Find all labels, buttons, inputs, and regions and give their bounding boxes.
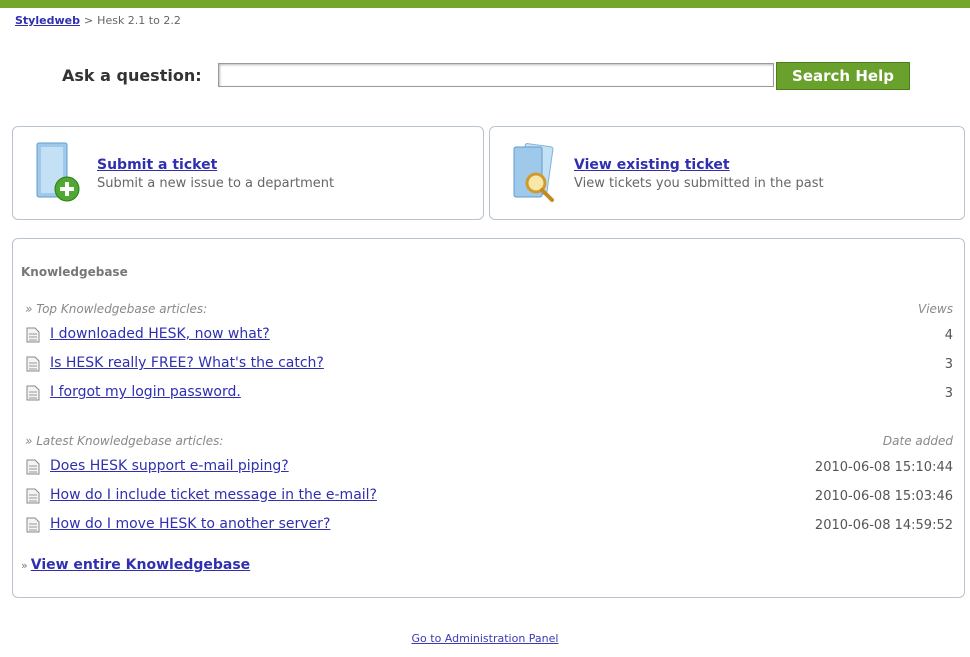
admin-link-row: Go to Administration Panel xyxy=(0,632,970,645)
document-icon xyxy=(26,517,40,533)
list-item: How do I include ticket message in the e… xyxy=(21,487,953,507)
view-all-row: » View entire Knowledgebase xyxy=(21,557,250,573)
breadcrumb-separator: > xyxy=(83,14,94,27)
view-entire-knowledgebase-link[interactable]: View entire Knowledgebase xyxy=(31,557,250,573)
date-added-column-label: Date added xyxy=(882,434,953,448)
view-all-arrow: » xyxy=(21,559,28,572)
top-articles-header: » Top Knowledgebase articles: Views xyxy=(21,300,953,320)
article-link[interactable]: I downloaded HESK, now what? xyxy=(50,326,270,342)
breadcrumb: Styledweb > Hesk 2.1 to 2.2 xyxy=(15,14,181,27)
latest-articles-header: » Latest Knowledgebase articles: Date ad… xyxy=(21,432,953,452)
document-icon xyxy=(26,385,40,401)
article-views: 3 xyxy=(944,386,953,401)
list-item: I downloaded HESK, now what? 4 xyxy=(21,326,953,346)
list-item: I forgot my login password. 3 xyxy=(21,384,953,404)
article-date: 2010-06-08 14:59:52 xyxy=(814,518,953,533)
article-views: 3 xyxy=(944,357,953,372)
article-link[interactable]: How do I include ticket message in the e… xyxy=(50,487,377,503)
list-item: Is HESK really FREE? What's the catch? 3 xyxy=(21,355,953,375)
article-link[interactable]: Is HESK really FREE? What's the catch? xyxy=(50,355,324,371)
views-column-label: Views xyxy=(918,302,953,316)
submit-ticket-description: Submit a new issue to a department xyxy=(97,176,335,191)
article-link[interactable]: How do I move HESK to another server? xyxy=(50,516,330,532)
search-input[interactable] xyxy=(218,63,774,87)
search-label: Ask a question: xyxy=(62,66,202,85)
document-icon xyxy=(26,459,40,475)
view-ticket-link[interactable]: View existing ticket xyxy=(574,157,730,173)
article-date: 2010-06-08 15:10:44 xyxy=(814,460,953,475)
view-ticket-panel[interactable]: View existing ticket View tickets you su… xyxy=(489,126,965,220)
view-ticket-description: View tickets you submitted in the past xyxy=(574,176,824,191)
article-link[interactable]: I forgot my login password. xyxy=(50,384,241,400)
breadcrumb-current: Hesk 2.1 to 2.2 xyxy=(97,14,181,27)
list-item: How do I move HESK to another server? 20… xyxy=(21,516,953,536)
article-link[interactable]: Does HESK support e-mail piping? xyxy=(50,458,289,474)
top-articles-heading: » Top Knowledgebase articles: xyxy=(25,302,208,316)
search-bar: Ask a question: Search Help xyxy=(62,62,912,90)
article-date: 2010-06-08 15:03:46 xyxy=(814,489,953,504)
admin-panel-link[interactable]: Go to Administration Panel xyxy=(412,632,559,645)
article-views: 4 xyxy=(944,328,953,343)
top-bar xyxy=(0,0,970,8)
document-icon xyxy=(26,356,40,372)
search-help-button[interactable]: Search Help xyxy=(776,62,910,90)
view-ticket-icon xyxy=(513,143,554,202)
submit-ticket-panel[interactable]: Submit a ticket Submit a new issue to a … xyxy=(12,126,484,220)
list-item: Does HESK support e-mail piping? 2010-06… xyxy=(21,458,953,478)
document-icon xyxy=(26,488,40,504)
submit-ticket-link[interactable]: Submit a ticket xyxy=(97,157,217,173)
knowledgebase-panel: Knowledgebase » Top Knowledgebase articl… xyxy=(12,238,965,598)
knowledgebase-title: Knowledgebase xyxy=(21,265,128,279)
new-ticket-icon xyxy=(36,142,80,202)
document-icon xyxy=(26,327,40,343)
breadcrumb-home-link[interactable]: Styledweb xyxy=(15,14,80,27)
latest-articles-heading: » Latest Knowledgebase articles: xyxy=(25,434,224,448)
